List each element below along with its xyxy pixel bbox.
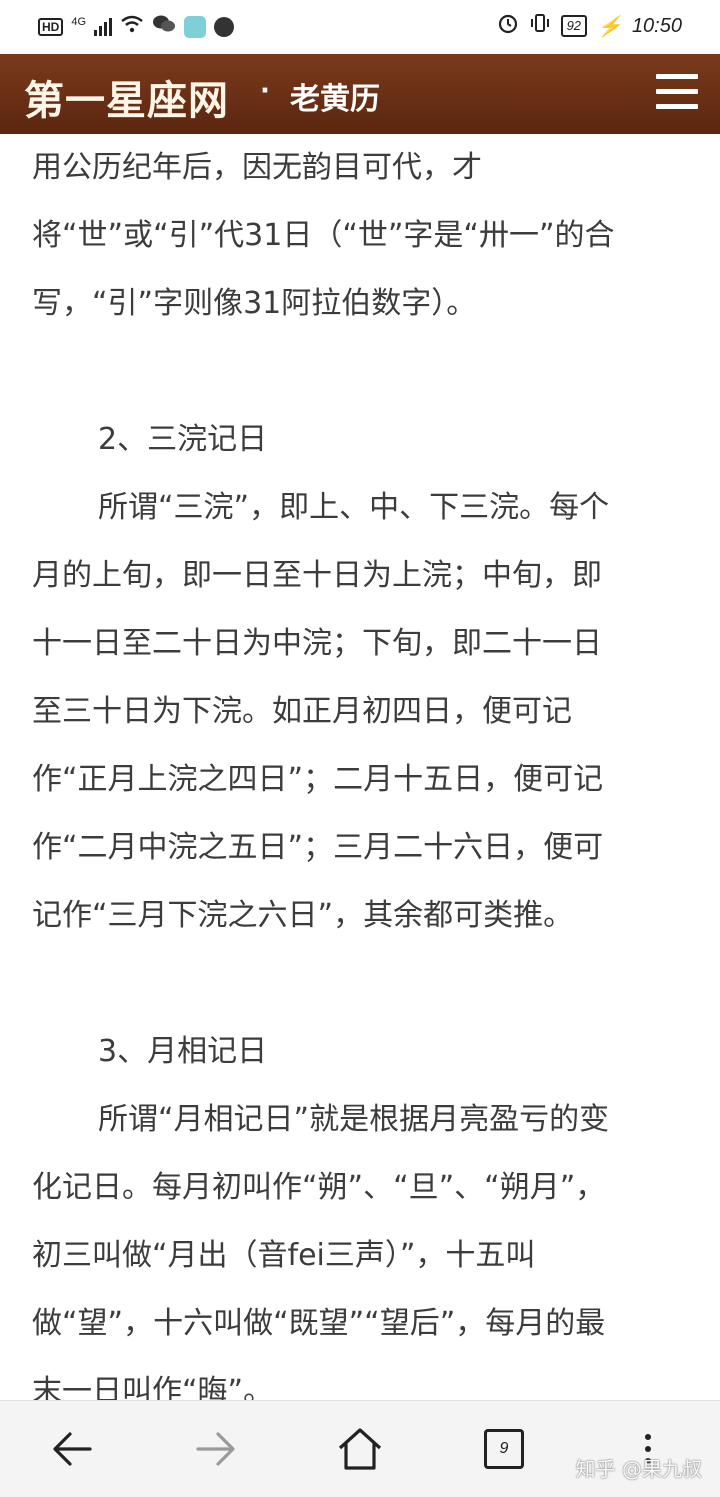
vibrate-icon — [529, 12, 551, 40]
battery-indicator: 92 — [560, 15, 588, 37]
tabs-count: 9 — [484, 1429, 524, 1469]
menu-icon[interactable] — [656, 74, 698, 112]
forward-button[interactable] — [186, 1421, 246, 1477]
article-line: 将“世”或“引”代31日（“世”字是“卅一”的合 — [32, 218, 615, 253]
arrow-left-icon — [53, 1432, 92, 1466]
article-line: 用公历纪年后，因无韵目可代，才 — [32, 150, 482, 185]
article-line: 作“正月上浣之四日”；二月十五日，便可记 — [32, 762, 604, 797]
alarm-icon — [497, 12, 519, 40]
site-logo[interactable]: 第一星座网 — [24, 68, 229, 126]
charging-icon: ⚡ — [597, 15, 622, 38]
article-line: 作“二月中浣之五日”；三月二十六日，便可 — [32, 830, 604, 865]
signal-icon — [94, 18, 113, 36]
arrow-right-icon — [196, 1432, 235, 1466]
wechat-icon — [152, 14, 176, 40]
battery-level: 92 — [566, 18, 582, 33]
site-header: 第一星座网 · 老黄历 — [0, 54, 720, 134]
home-icon — [338, 1428, 382, 1470]
tabs-button[interactable]: 9 — [474, 1421, 534, 1477]
section-title[interactable]: 老黄历 — [290, 74, 380, 118]
watermark: 知乎 @果九叔 — [575, 1457, 702, 1481]
article-body: 用公历纪年后，因无韵目可代，才 将“世”或“引”代31日（“世”字是“卅一”的合… — [32, 134, 692, 1426]
section-heading: 3、月相记日 — [98, 1034, 268, 1069]
article-line: 所谓“三浣”，即上、中、下三浣。每个 — [98, 490, 610, 525]
hd-indicator: HD — [38, 18, 64, 36]
article-line: 化记日。每月初叫作“朔”、“旦”、“朔月”， — [32, 1170, 606, 1205]
status-right: 92 ⚡ 10:50 — [497, 12, 682, 40]
article-line: 初三叫做“月出（音fei三声）”，十五叫 — [32, 1238, 536, 1273]
article-line: 十一日至二十日为中浣；下旬，即二十一日 — [32, 626, 602, 661]
article-line: 月的上旬，即一日至十日为上浣；中旬，即 — [32, 558, 602, 593]
article-line: 做“望”，十六叫做“既望”“望后”，每月的最 — [32, 1306, 606, 1341]
app-notification-icon — [184, 16, 207, 38]
browser-bottom-nav: 9 知乎 @果九叔 — [0, 1400, 720, 1497]
article-line: 至三十日为下浣。如正月初四日，便可记 — [32, 694, 572, 729]
navigation-app-icon — [214, 17, 235, 37]
header-separator: · — [260, 76, 270, 106]
back-button[interactable] — [42, 1421, 102, 1477]
section-heading: 2、三浣记日 — [98, 422, 268, 457]
status-bar: HD 4G 92 ⚡ 10:50 — [0, 0, 720, 54]
clock: 10:50 — [631, 14, 682, 37]
home-button[interactable] — [330, 1421, 390, 1477]
wifi-icon — [120, 15, 144, 39]
network-type: 4G — [71, 16, 87, 28]
status-left: HD 4G — [38, 14, 235, 40]
article-line: 记作“三月下浣之六日”，其余都可类推。 — [32, 898, 574, 933]
article-line: 写，“引”字则像31阿拉伯数字）。 — [32, 286, 477, 321]
article-line: 所谓“月相记日”就是根据月亮盈亏的变 — [98, 1102, 610, 1137]
